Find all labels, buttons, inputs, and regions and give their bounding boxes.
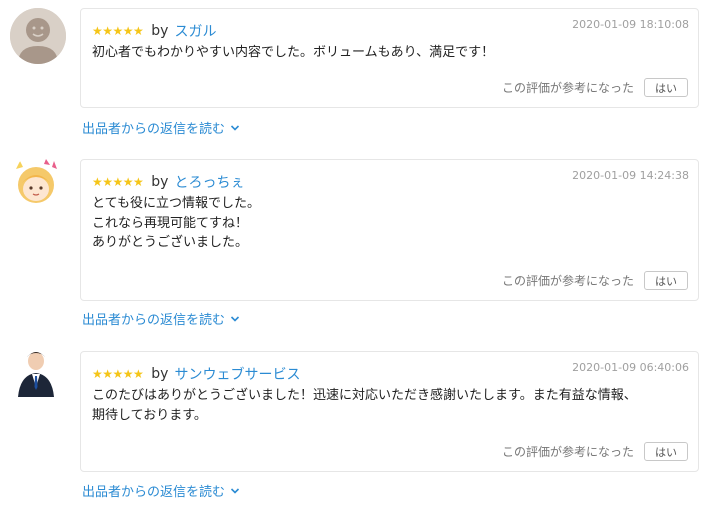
review-body: とても役に立つ情報でした。 これなら再現可能てすね！ ありがとうございました。 — [92, 196, 260, 250]
read-seller-reply-link[interactable]: 出品者からの返信を読む — [82, 481, 240, 500]
reply-link-label: 出品者からの返信を読む — [82, 122, 226, 137]
reviewer-name-link[interactable]: とろっちぇ — [174, 172, 244, 192]
by-label: by — [151, 366, 169, 382]
review-body: 初心者でもわかりやすい内容でした。ボリュームもあり、満足です！ — [92, 45, 495, 60]
by-label: by — [151, 23, 169, 39]
read-seller-reply-link[interactable]: 出品者からの返信を読む — [82, 118, 240, 137]
chevron-down-icon — [230, 315, 240, 322]
helpful-question: この評価が参考になった — [501, 274, 634, 288]
illustrated-girl-avatar — [10, 155, 66, 211]
helpful-yes-button[interactable]: はい — [644, 78, 688, 97]
star-icon: ★★★★★ — [92, 175, 144, 189]
star-icon: ★★★★★ — [92, 367, 144, 381]
default-user-avatar-icon — [10, 8, 66, 64]
review-header: ★★★★★ by とろっちぇ — [92, 172, 244, 192]
review-date: 2020-01-09 06:40:06 — [572, 361, 689, 374]
review-header: ★★★★★ by サンウェブサービス — [92, 364, 300, 384]
review-date: 2020-01-09 14:24:38 — [572, 169, 689, 182]
reviewer-name-link[interactable]: スガル — [174, 21, 216, 41]
helpful-vote: この評価が参考になった はい — [502, 442, 688, 461]
helpful-vote: この評価が参考になった はい — [502, 271, 688, 290]
businessman-photo-avatar — [12, 347, 60, 403]
helpful-yes-button[interactable]: はい — [644, 271, 688, 290]
read-seller-reply-link[interactable]: 出品者からの返信を読む — [82, 309, 240, 328]
reviewer-avatar[interactable] — [12, 347, 60, 403]
review-card: ★★★★★ by とろっちぇ 2020-01-09 14:24:38 とても役に… — [80, 159, 699, 301]
reviewer-avatar[interactable] — [10, 8, 66, 64]
star-rating: ★★★★★ — [92, 24, 144, 38]
chevron-down-icon — [230, 487, 240, 494]
review-body: このたびはありがとうございました！迅速に対応いただき感謝いたします。また有益な情… — [92, 388, 637, 423]
review-card: ★★★★★ by サンウェブサービス 2020-01-09 06:40:06 こ… — [80, 351, 699, 472]
helpful-yes-button[interactable]: はい — [644, 442, 688, 461]
reviewer-name-link[interactable]: サンウェブサービス — [174, 364, 300, 384]
star-icon: ★★★★★ — [92, 24, 144, 38]
review-date: 2020-01-09 18:10:08 — [572, 18, 689, 31]
helpful-vote: この評価が参考になった はい — [502, 78, 688, 97]
by-label: by — [151, 174, 169, 190]
reply-link-label: 出品者からの返信を読む — [82, 313, 226, 328]
helpful-question: この評価が参考になった — [501, 81, 634, 95]
star-rating: ★★★★★ — [92, 175, 144, 189]
helpful-question: この評価が参考になった — [501, 445, 634, 459]
chevron-down-icon — [230, 124, 240, 131]
review-header: ★★★★★ by スガル — [92, 21, 216, 41]
review-card: ★★★★★ by スガル 2020-01-09 18:10:08 初心者でもわか… — [80, 8, 699, 108]
reply-link-label: 出品者からの返信を読む — [82, 485, 226, 500]
reviews-list: ★★★★★ by スガル 2020-01-09 18:10:08 初心者でもわか… — [0, 0, 723, 507]
star-rating: ★★★★★ — [92, 367, 144, 381]
reviewer-avatar[interactable] — [10, 155, 66, 211]
